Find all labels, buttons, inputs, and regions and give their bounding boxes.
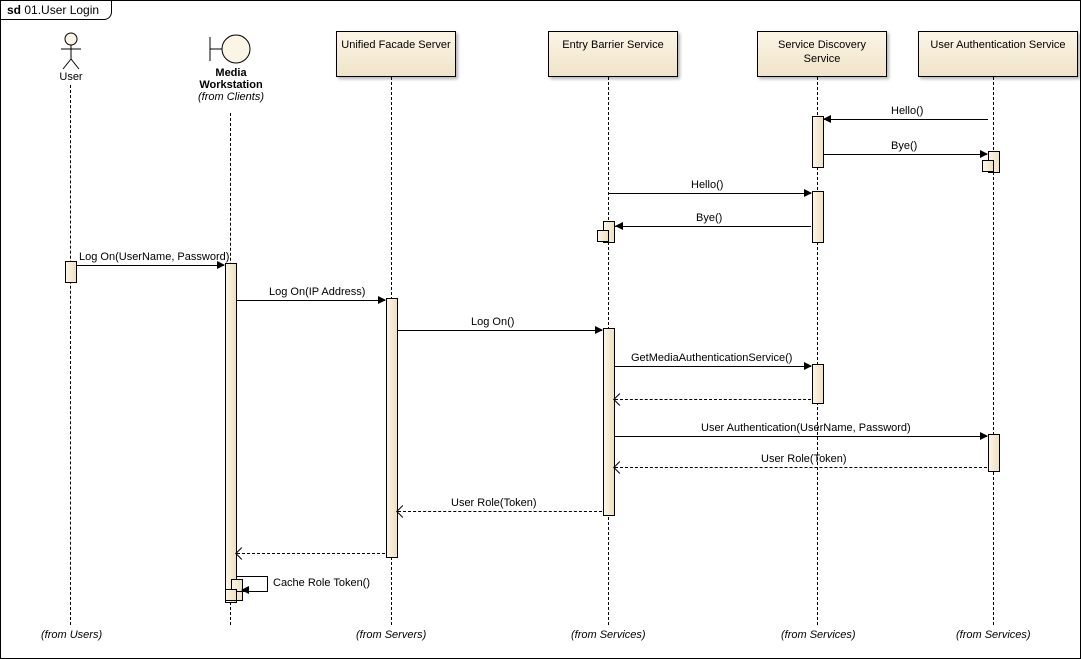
lifeline-discovery: Service Discovery Service bbox=[757, 31, 887, 77]
msg-hello2-arrow bbox=[804, 189, 812, 197]
msg-getservice-arrow bbox=[804, 362, 812, 370]
msg-getservice-label: GetMediaAuthenticationService() bbox=[631, 352, 792, 364]
msg-logon2-arrow bbox=[378, 296, 386, 304]
msg-userauth-line bbox=[615, 436, 987, 437]
boundary-media-from: (from Clients) bbox=[191, 91, 271, 103]
frame-title-text: 01.User Login bbox=[24, 3, 99, 17]
msg-hello2-label: Hello() bbox=[691, 179, 723, 191]
msg-logon1-line bbox=[76, 265, 224, 266]
activation-auth-1b bbox=[982, 160, 994, 172]
msg-cache-arrow bbox=[241, 586, 249, 594]
msg-cache-label: Cache Role Token() bbox=[273, 577, 370, 589]
msg-logon3-label: Log On() bbox=[471, 316, 514, 328]
msg-hello1-line bbox=[823, 119, 988, 120]
msg-bye1-line bbox=[823, 154, 987, 155]
lifeline-facade-label: Unified Facade Server bbox=[341, 39, 450, 51]
from-services-discovery: (from Services) bbox=[781, 629, 856, 641]
msg-logon3-line bbox=[398, 330, 602, 331]
lifeline-entry: Entry Barrier Service bbox=[548, 31, 678, 77]
msg-bye2-label: Bye() bbox=[696, 212, 722, 224]
activation-media-self-b bbox=[225, 589, 237, 601]
msg-logon2-label: Log On(IP Address) bbox=[269, 286, 365, 298]
lifeline-discovery-label: Service Discovery Service bbox=[778, 39, 866, 65]
msg-userrole1-arrow bbox=[613, 461, 626, 474]
msg-userrole2-line bbox=[398, 511, 602, 512]
msg-bye2-arrow bbox=[615, 222, 623, 230]
lifeline-facade: Unified Facade Server bbox=[336, 31, 456, 77]
msg-hello1-label: Hello() bbox=[891, 105, 923, 117]
actor-icon bbox=[56, 31, 86, 71]
msg-facade-return-line bbox=[237, 553, 385, 554]
sequence-diagram-frame: sd 01.User Login User Media Workstation … bbox=[0, 0, 1081, 659]
activation-discovery-2 bbox=[812, 191, 824, 243]
msg-getservice-return-line bbox=[615, 399, 811, 400]
lifeline-auth-label: User Authentication Service bbox=[930, 39, 1065, 51]
activation-discovery-1 bbox=[812, 116, 824, 168]
from-services-auth: (from Services) bbox=[956, 629, 1031, 641]
actor-user: User bbox=[51, 31, 91, 83]
msg-hello1-arrow bbox=[823, 115, 831, 123]
actor-user-label: User bbox=[51, 71, 91, 83]
boundary-media: Media Workstation (from Clients) bbox=[191, 31, 271, 103]
msg-logon2-line bbox=[237, 300, 385, 301]
msg-bye1-arrow bbox=[980, 150, 988, 158]
activation-entry-1b bbox=[597, 230, 609, 242]
msg-userrole1-label: User Role(Token) bbox=[761, 453, 847, 465]
msg-userrole2-label: User Role(Token) bbox=[451, 497, 537, 509]
activation-discovery-3 bbox=[812, 364, 824, 404]
lifeline-dash-user bbox=[70, 85, 71, 625]
activation-facade-1 bbox=[386, 298, 398, 558]
msg-facade-return-arrow bbox=[235, 547, 248, 560]
boundary-media-name2: Workstation bbox=[191, 79, 271, 91]
from-services-entry: (from Services) bbox=[571, 629, 646, 641]
lifeline-auth: User Authentication Service bbox=[918, 31, 1078, 77]
msg-logon3-arrow bbox=[595, 326, 603, 334]
activation-auth-2 bbox=[988, 434, 1000, 472]
from-servers: (from Servers) bbox=[356, 629, 426, 641]
msg-userrole2-arrow bbox=[396, 505, 409, 518]
boundary-icon bbox=[206, 31, 256, 67]
msg-userauth-label: User Authentication(UserName, Password) bbox=[701, 422, 911, 434]
lifeline-entry-label: Entry Barrier Service bbox=[562, 39, 663, 51]
activation-entry-2 bbox=[603, 328, 615, 516]
msg-userrole1-line bbox=[615, 467, 987, 468]
msg-bye2-line bbox=[615, 226, 811, 227]
from-users: (from Users) bbox=[41, 629, 102, 641]
frame-title: sd 01.User Login bbox=[0, 0, 112, 20]
msg-getservice-line bbox=[615, 366, 811, 367]
msg-logon1-label: Log On(UserName, Password) bbox=[79, 251, 229, 263]
msg-bye1-label: Bye() bbox=[891, 140, 917, 152]
boundary-media-name1: Media bbox=[191, 67, 271, 79]
msg-getservice-return-arrow bbox=[613, 393, 626, 406]
msg-userauth-arrow bbox=[980, 432, 988, 440]
msg-hello2-line bbox=[609, 193, 811, 194]
